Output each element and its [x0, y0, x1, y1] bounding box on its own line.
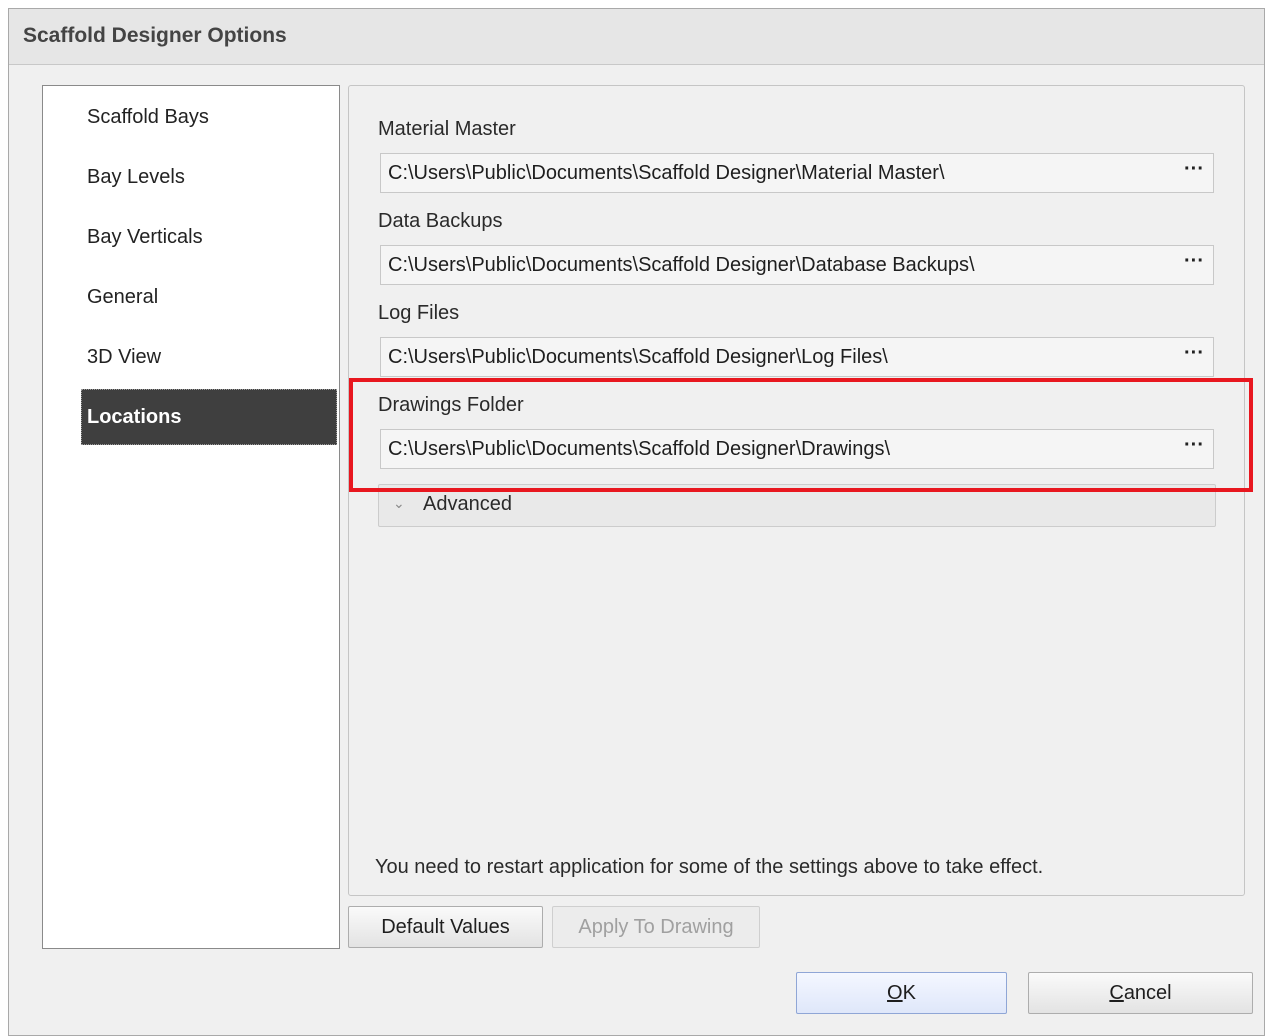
- nav-item-locations[interactable]: Locations: [81, 389, 337, 445]
- log-files-path-input[interactable]: [388, 346, 1168, 369]
- nav-item-bay-levels[interactable]: Bay Levels: [81, 149, 337, 205]
- ok-label-rest: K: [902, 982, 916, 1004]
- log-files-label: Log Files: [378, 302, 460, 324]
- drawings-folder-browse-button[interactable]: ···: [1181, 434, 1207, 464]
- options-nav-list: Scaffold Bays Bay Levels Bay Verticals G…: [42, 85, 340, 949]
- material-master-label: Material Master: [378, 118, 516, 140]
- data-backups-path-input[interactable]: [388, 254, 1168, 277]
- nav-item-general[interactable]: General: [81, 269, 337, 325]
- advanced-group-header[interactable]: ⌄ Advanced: [378, 484, 1216, 527]
- drawings-folder-path-input[interactable]: [388, 438, 1168, 461]
- ok-mnemonic: O: [887, 982, 903, 1004]
- log-files-path-box: ···: [380, 337, 1214, 377]
- drawings-folder-path-box: ···: [380, 429, 1214, 469]
- nav-item-scaffold-bays[interactable]: Scaffold Bays: [81, 89, 337, 145]
- chevron-down-icon: ⌄: [393, 495, 405, 511]
- nav-item-3d-view[interactable]: 3D View: [81, 329, 337, 385]
- restart-note: You need to restart application for some…: [375, 856, 1044, 878]
- nav-item-bay-verticals[interactable]: Bay Verticals: [81, 209, 337, 265]
- title-bar[interactable]: Scaffold Designer Options: [9, 9, 1264, 65]
- locations-panel: Material Master ··· Data Backups ··· Log…: [348, 85, 1245, 896]
- default-values-button[interactable]: Default Values: [348, 906, 543, 948]
- cancel-label-rest: ancel: [1123, 982, 1172, 1004]
- window-title: Scaffold Designer Options: [23, 24, 287, 47]
- material-master-browse-button[interactable]: ···: [1181, 158, 1207, 188]
- apply-to-drawing-button[interactable]: Apply To Drawing: [552, 906, 760, 948]
- cancel-mnemonic: C: [1109, 982, 1124, 1004]
- data-backups-browse-button[interactable]: ···: [1181, 250, 1207, 280]
- ok-button[interactable]: OK: [796, 972, 1007, 1014]
- drawings-folder-label: Drawings Folder: [378, 394, 524, 416]
- data-backups-label: Data Backups: [378, 210, 503, 232]
- log-files-browse-button[interactable]: ···: [1181, 342, 1207, 372]
- cancel-button[interactable]: Cancel: [1028, 972, 1253, 1014]
- material-master-path-box: ···: [380, 153, 1214, 193]
- options-dialog: Scaffold Designer Options Scaffold Bays …: [8, 8, 1265, 1036]
- advanced-label: Advanced: [423, 493, 512, 515]
- data-backups-path-box: ···: [380, 245, 1214, 285]
- material-master-path-input[interactable]: [388, 162, 1168, 185]
